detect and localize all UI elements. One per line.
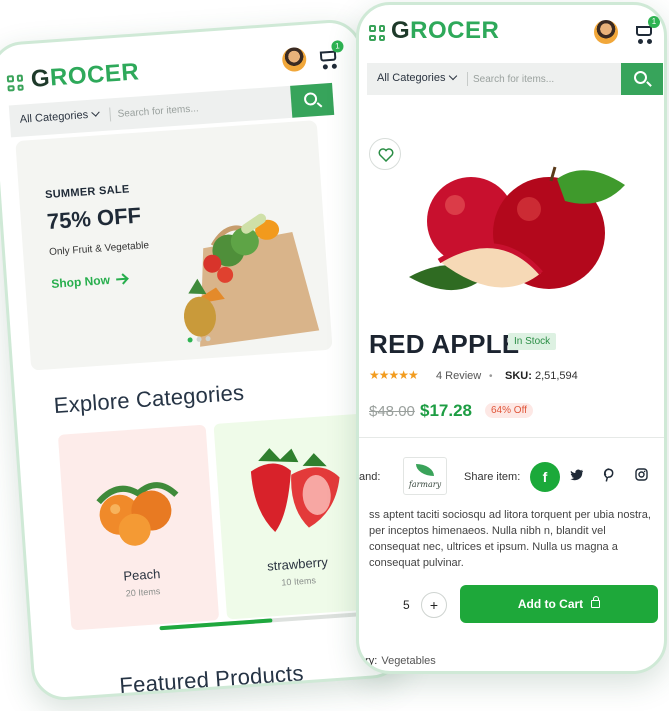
facebook-share-button[interactable]: f [530, 462, 560, 492]
sale-price: $17.28 [420, 401, 472, 420]
menu-grid-icon[interactable] [6, 74, 24, 92]
review-count-link[interactable]: 4 Review [436, 370, 481, 382]
category-card-peach[interactable]: Peach 20 Items [57, 424, 220, 631]
brand-label: and: [359, 471, 381, 483]
search-bar: All Categories [367, 63, 663, 95]
heart-icon [378, 148, 394, 162]
shop-now-link[interactable]: Shop Now [51, 272, 126, 291]
brand-logo[interactable]: farmary [403, 457, 447, 495]
promo-subtitle: Only Fruit & Vegetable [48, 240, 150, 259]
carousel-dot[interactable] [205, 336, 211, 342]
grocery-bag-image [183, 213, 320, 347]
search-input[interactable] [473, 69, 613, 89]
cart-icon[interactable]: 1 [318, 40, 344, 70]
shopping-bag-icon [591, 596, 601, 608]
chevron-down-icon [91, 108, 101, 117]
stock-badge: In Stock [508, 333, 557, 350]
search-icon [303, 92, 318, 106]
user-avatar[interactable] [281, 46, 308, 73]
category-card-strawberry[interactable]: strawberry 10 Items [213, 413, 375, 620]
share-label: Share item: [464, 471, 521, 483]
product-category: ory: Vegetables [359, 655, 436, 667]
search-divider [109, 107, 112, 122]
peach-image [96, 482, 179, 546]
cart-icon[interactable]: 1 [634, 16, 660, 44]
cart-badge: 1 [331, 40, 344, 53]
category-select[interactable]: All Categories [19, 108, 101, 126]
featured-products-title: Featured Products [118, 660, 305, 699]
sku: SKU: 2,51,594 [505, 370, 578, 382]
search-input[interactable] [116, 92, 278, 124]
promo-banner[interactable]: SUMMER SALE 75% OFF Only Fruit & Vegetab… [15, 120, 333, 371]
category-link[interactable]: Vegetables [381, 655, 435, 667]
original-price: $48.00 [369, 403, 415, 420]
product-screen-phone: GROCER 1 All Categories RED APPLE In Sto… [356, 2, 667, 674]
search-button[interactable] [290, 82, 335, 118]
promo-title: 75% OFF [46, 202, 142, 235]
discount-badge: 64% Off [485, 403, 533, 418]
quantity-plus-button[interactable]: + [421, 592, 447, 618]
cart-badge: 1 [648, 16, 660, 28]
pinterest-icon[interactable] [603, 468, 615, 482]
menu-grid-icon[interactable] [369, 25, 385, 41]
carousel-dot-active[interactable] [187, 337, 193, 343]
search-button[interactable] [621, 63, 663, 95]
search-divider [467, 72, 468, 86]
quantity-stepper: 5 + [359, 589, 449, 621]
chevron-down-icon [449, 71, 458, 81]
red-apple-image [409, 166, 625, 291]
meta-separator: • [489, 371, 493, 382]
section-divider [359, 437, 664, 438]
product-header: GROCER 1 [359, 5, 664, 57]
category-select[interactable]: All Categories [377, 71, 458, 84]
home-screen-phone: GROCER 1 All Categories SUMMER SALE 75% … [0, 17, 407, 703]
carousel-dot[interactable] [196, 336, 202, 342]
user-avatar[interactable] [594, 20, 618, 44]
product-title: RED APPLE [369, 329, 520, 359]
strawberry-image [250, 448, 340, 532]
add-to-cart-button[interactable]: Add to Cart [460, 585, 658, 623]
grocer-logo[interactable]: GROCER [391, 17, 499, 45]
arrow-right-icon [115, 277, 126, 281]
rating-stars: ★★★★★ [369, 368, 419, 382]
promo-tag: SUMMER SALE [44, 183, 130, 202]
grocer-logo[interactable]: GROCER [30, 58, 140, 93]
explore-categories-title: Explore Categories [52, 379, 245, 419]
twitter-icon[interactable] [570, 469, 584, 481]
quantity-value[interactable]: 5 [403, 598, 410, 612]
product-description: ss aptent taciti sociosqu ad litora torq… [369, 509, 651, 569]
instagram-icon[interactable] [635, 468, 648, 481]
leaf-icon [416, 464, 434, 476]
